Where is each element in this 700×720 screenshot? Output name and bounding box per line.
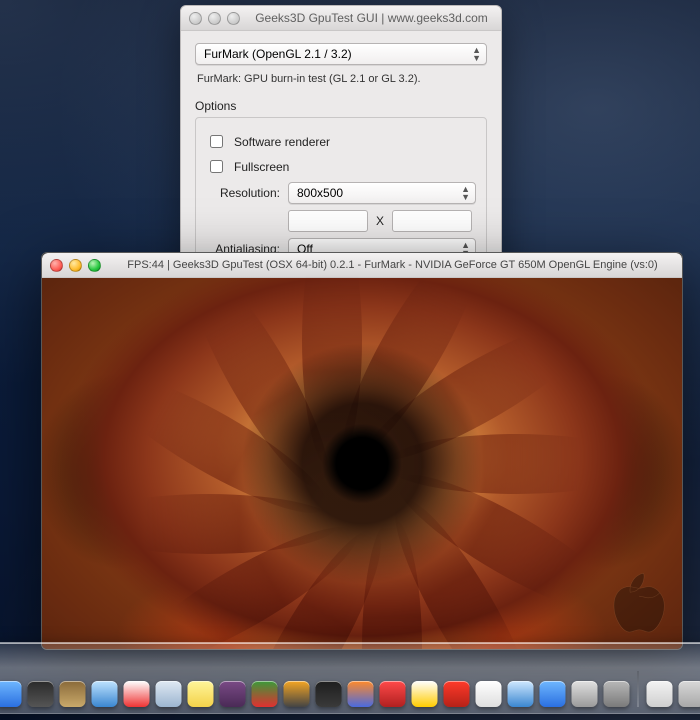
- close-icon[interactable]: [50, 259, 63, 272]
- gputest-render-window: FPS:44 | Geeks3D GpuTest (OSX 64-bit) 0.…: [41, 252, 683, 650]
- dock-separator: [638, 671, 639, 707]
- software-renderer-label: Software renderer: [234, 135, 330, 149]
- zoom-icon[interactable]: [227, 12, 240, 25]
- gputest-gui-window: Geeks3D GpuTest GUI | www.geeks3d.com Fu…: [180, 5, 502, 290]
- dock-dashboard[interactable]: [28, 681, 54, 707]
- dock-sublime[interactable]: [284, 681, 310, 707]
- dock-document[interactable]: [647, 681, 673, 707]
- apple-logo-icon: [610, 573, 666, 635]
- test-description: FurMark: GPU burn-in test (GL 2.1 or GL …: [197, 73, 485, 85]
- zoom-icon[interactable]: [88, 259, 101, 272]
- dock-trash[interactable]: [679, 681, 700, 707]
- titlebar[interactable]: FPS:44 | Geeks3D GpuTest (OSX 64-bit) 0.…: [42, 253, 682, 278]
- dock-contacts[interactable]: [60, 681, 86, 707]
- dock-chrome[interactable]: [412, 681, 438, 707]
- dock-fraise[interactable]: [380, 681, 406, 707]
- furmark-viewport: [42, 278, 682, 649]
- software-renderer-checkbox[interactable]: [210, 135, 223, 148]
- minimize-icon[interactable]: [208, 12, 221, 25]
- dock-textedit[interactable]: [476, 681, 502, 707]
- dock-windows-vm[interactable]: [252, 681, 278, 707]
- titlebar[interactable]: Geeks3D GpuTest GUI | www.geeks3d.com: [181, 6, 501, 31]
- window-title: FPS:44 | Geeks3D GpuTest (OSX 64-bit) 0.…: [111, 259, 674, 271]
- window-title: Geeks3D GpuTest GUI | www.geeks3d.com: [250, 11, 493, 25]
- custom-width-input[interactable]: [288, 210, 368, 232]
- dock-utility[interactable]: [220, 681, 246, 707]
- dock-preview[interactable]: [572, 681, 598, 707]
- fullscreen-label: Fullscreen: [234, 160, 289, 174]
- dock-safari[interactable]: [92, 681, 118, 707]
- dock-terminal[interactable]: [316, 681, 342, 707]
- minimize-icon[interactable]: [69, 259, 82, 272]
- dock-mail[interactable]: [156, 681, 182, 707]
- options-label: Options: [195, 99, 487, 113]
- dock-calendar[interactable]: [124, 681, 150, 707]
- dock-itunes[interactable]: [508, 681, 534, 707]
- dock-app-store[interactable]: [540, 681, 566, 707]
- close-icon[interactable]: [189, 12, 202, 25]
- dock-notes[interactable]: [188, 681, 214, 707]
- dock: [0, 642, 700, 714]
- resolution-select[interactable]: 800x500: [288, 182, 476, 204]
- test-select[interactable]: FurMark (OpenGL 2.1 / 3.2): [195, 43, 487, 65]
- dock-finder[interactable]: [0, 681, 22, 707]
- fullscreen-checkbox[interactable]: [210, 160, 223, 173]
- dock-system-preferences[interactable]: [604, 681, 630, 707]
- custom-height-input[interactable]: [392, 210, 472, 232]
- dock-filezilla[interactable]: [444, 681, 470, 707]
- dimension-separator: X: [376, 214, 384, 228]
- resolution-label: Resolution:: [206, 186, 280, 200]
- dock-firefox[interactable]: [348, 681, 374, 707]
